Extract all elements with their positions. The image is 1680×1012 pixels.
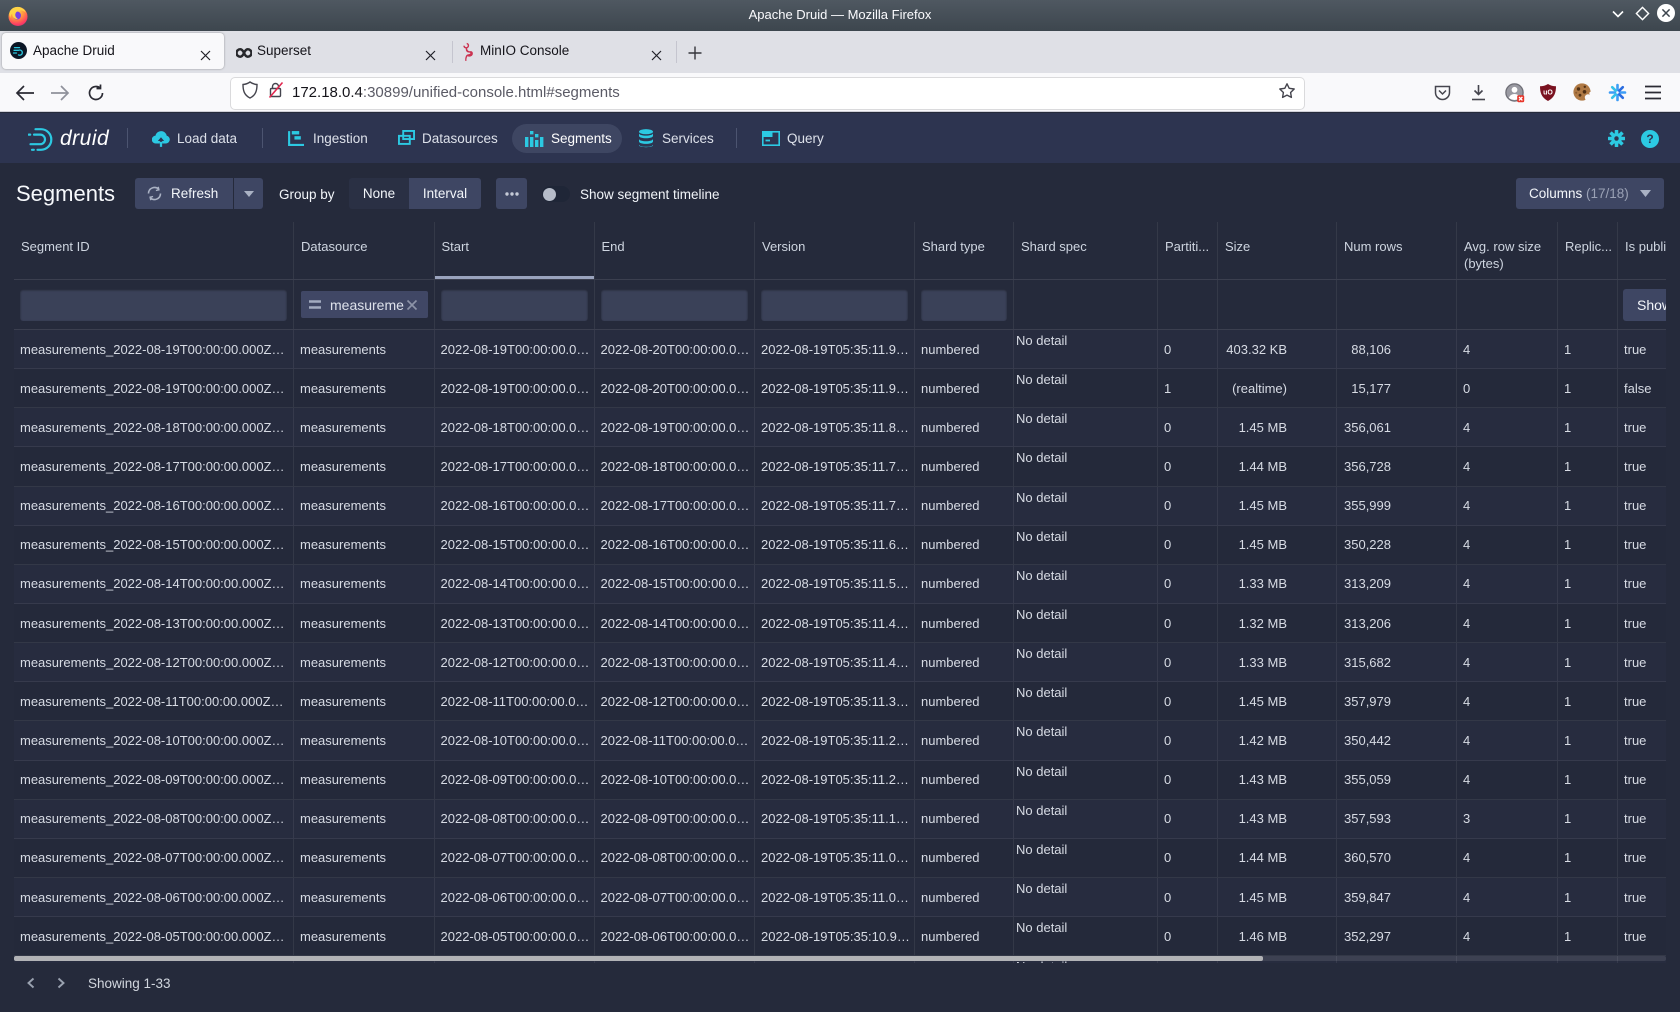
svg-text:uO: uO bbox=[1543, 90, 1553, 97]
svg-text:?: ? bbox=[1646, 132, 1653, 146]
